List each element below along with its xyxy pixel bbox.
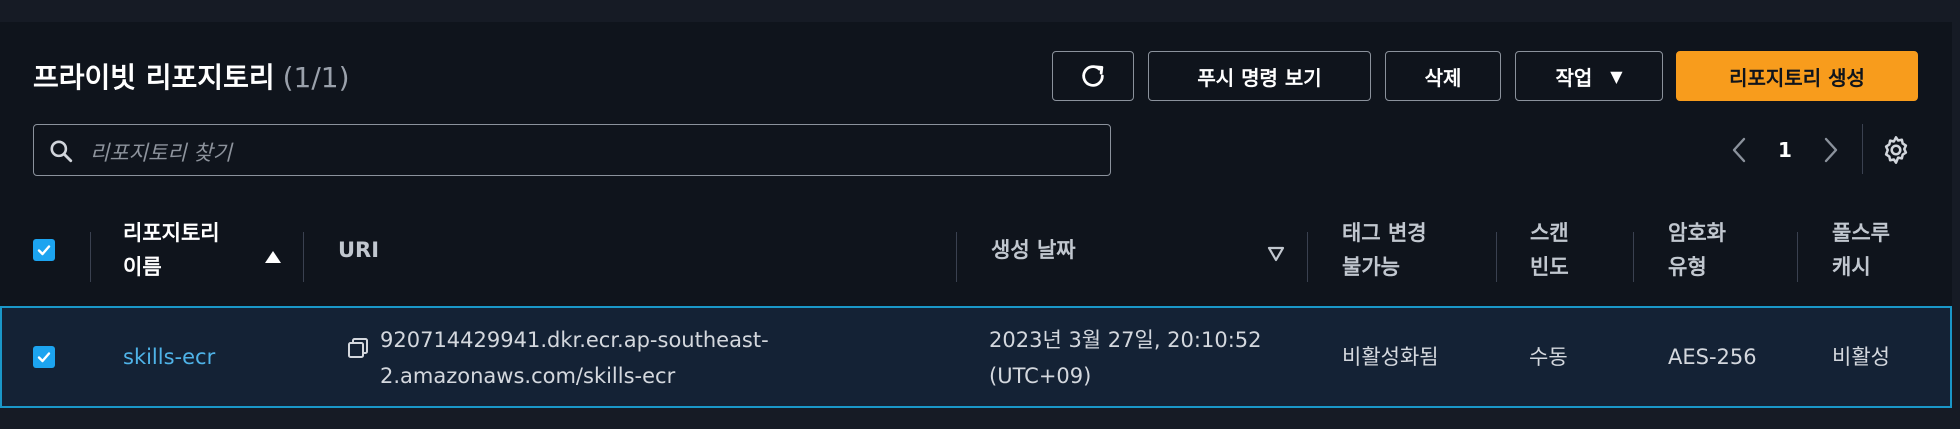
search-placeholder: 리포지토리 찾기	[90, 141, 232, 165]
view-push-commands-button[interactable]: 푸시 명령 보기	[1148, 51, 1371, 101]
repository-uri-line1: 920714429941.dkr.ecr.ap-southeast-	[380, 328, 769, 352]
created-at-line2: (UTC+09)	[989, 364, 1092, 388]
repository-name-link[interactable]: skills-ecr	[123, 339, 215, 375]
top-strip	[0, 0, 1960, 22]
column-header-scan-frequency-line2: 빈도	[1530, 255, 1569, 279]
create-repository-button[interactable]: 리포지토리 생성	[1676, 51, 1918, 101]
column-header-scan-frequency[interactable]: 스캔 빈도	[1530, 216, 1569, 284]
chevron-left-icon[interactable]	[1724, 132, 1754, 168]
page-title: 프라이빗 리포지토리 (1/1)	[33, 56, 350, 96]
column-header-tag-immutability-line1: 태그 변경	[1342, 221, 1427, 245]
column-header-pull-through-cache[interactable]: 풀스루 캐시	[1832, 216, 1890, 284]
page-title-text: 프라이빗 리포지토리	[33, 61, 275, 94]
column-divider	[90, 232, 91, 282]
create-repository-label: 리포지토리 생성	[1729, 65, 1865, 90]
column-header-encryption-line1: 암호화	[1668, 221, 1726, 245]
column-header-created[interactable]: 생성 날짜	[991, 233, 1076, 267]
select-all-checkbox[interactable]	[33, 239, 55, 261]
column-header-encryption[interactable]: 암호화 유형	[1668, 216, 1726, 284]
settings-icon[interactable]	[1880, 134, 1912, 166]
encryption-type-value: AES-256	[1668, 345, 1757, 369]
copy-icon[interactable]	[346, 336, 370, 360]
repositories-panel: 프라이빗 리포지토리 (1/1) 푸시 명령 보기 삭제 작업 ▼ 리포지토리 생…	[0, 22, 1952, 408]
search-input[interactable]: 리포지토리 찾기	[33, 124, 1111, 176]
scan-frequency-value: 수동	[1529, 345, 1568, 369]
column-header-name-line1: 리포지토리	[123, 221, 220, 245]
column-header-tag-immutability[interactable]: 태그 변경 불가능	[1342, 216, 1427, 284]
refresh-icon	[1082, 65, 1104, 87]
checkbox-checked-icon	[37, 352, 51, 363]
column-divider	[1307, 232, 1308, 282]
pager-divider	[1862, 124, 1863, 174]
column-header-pull-through-cache-line2: 캐시	[1832, 255, 1871, 279]
search-icon	[50, 140, 73, 163]
actions-label: 작업	[1555, 65, 1593, 90]
column-header-scan-frequency-line1: 스캔	[1530, 221, 1569, 245]
column-divider	[303, 232, 304, 282]
refresh-button[interactable]	[1052, 51, 1134, 101]
column-divider	[1797, 232, 1798, 282]
column-header-name-line2: 이름	[123, 255, 162, 279]
repository-count: (1/1)	[282, 61, 350, 94]
actions-dropdown-button[interactable]: 작업 ▼	[1515, 51, 1663, 101]
row-checkbox[interactable]	[33, 346, 55, 368]
column-header-name[interactable]: 리포지토리 이름	[123, 216, 220, 284]
sort-ascending-icon[interactable]	[264, 250, 282, 264]
view-push-commands-label: 푸시 명령 보기	[1197, 65, 1322, 90]
delete-label: 삭제	[1424, 65, 1462, 90]
tag-immutability-value: 비활성화됨	[1342, 345, 1439, 369]
checkbox-checked-icon	[37, 245, 51, 256]
sort-descending-icon[interactable]	[1267, 246, 1285, 262]
pull-through-cache-value: 비활성	[1832, 345, 1890, 369]
column-divider	[1496, 232, 1497, 282]
delete-button[interactable]: 삭제	[1385, 51, 1501, 101]
repository-uri: 920714429941.dkr.ecr.ap-southeast- 2.ama…	[380, 322, 769, 394]
created-at-line1: 2023년 3월 27일, 20:10:52	[989, 328, 1262, 352]
column-header-encryption-line2: 유형	[1668, 255, 1707, 279]
column-divider	[956, 232, 957, 282]
repository-uri-line2: 2.amazonaws.com/skills-ecr	[380, 364, 676, 388]
caret-down-icon: ▼	[1610, 66, 1623, 86]
table-row[interactable]: skills-ecr 920714429941.dkr.ecr.ap-south…	[0, 306, 1952, 408]
created-at: 2023년 3월 27일, 20:10:52 (UTC+09)	[989, 322, 1262, 394]
panel-header: 프라이빗 리포지토리 (1/1) 푸시 명령 보기 삭제 작업 ▼ 리포지토리 생…	[0, 22, 1952, 202]
column-divider	[1633, 232, 1634, 282]
column-header-pull-through-cache-line1: 풀스루	[1832, 221, 1890, 245]
chevron-right-icon[interactable]	[1816, 132, 1846, 168]
page-number[interactable]: 1	[1770, 135, 1800, 165]
column-header-tag-immutability-line2: 불가능	[1342, 255, 1400, 279]
column-header-uri[interactable]: URI	[338, 233, 379, 267]
table-header: 리포지토리 이름 URI 생성 날짜 태그 변경 불가능 스캔 빈도 암호화 유…	[0, 202, 1952, 298]
